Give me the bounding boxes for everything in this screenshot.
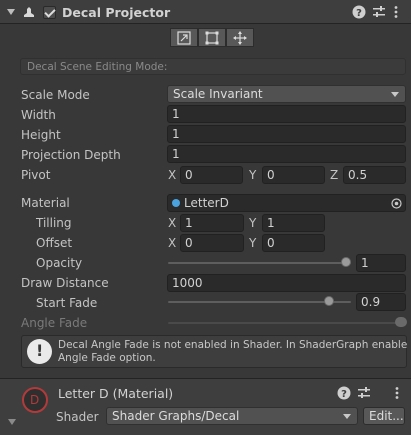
- angle-fade-range-handle[interactable]: [395, 317, 407, 327]
- draw-distance-label: Draw Distance: [21, 276, 109, 290]
- tilling-x-label[interactable]: X: [168, 216, 176, 231]
- scene-editing-mode-label: Decal Scene Editing Mode:: [27, 61, 168, 73]
- angle-fade-label: Angle Fade: [21, 316, 88, 330]
- edit-bounds-icon: [205, 31, 219, 45]
- object-picker-icon[interactable]: [391, 198, 402, 209]
- height-field[interactable]: 1: [167, 125, 406, 143]
- angle-fade-slider-track[interactable]: [168, 322, 396, 324]
- help-message-line-1: Decal Angle Fade is not enabled in Shade…: [58, 339, 408, 351]
- pivot-y-field[interactable]: 0: [262, 166, 325, 184]
- settings-sliders-icon[interactable]: [357, 386, 371, 400]
- draw-distance-field[interactable]: 1000: [167, 274, 406, 292]
- settings-sliders-icon[interactable]: [372, 5, 386, 19]
- shader-dropdown[interactable]: Shader Graphs/Decal: [106, 407, 358, 425]
- help-icon[interactable]: ?: [352, 5, 366, 19]
- projection-depth-label: Projection Depth: [21, 148, 121, 162]
- material-title: Letter D (Material): [58, 386, 174, 401]
- opacity-slider-track[interactable]: [168, 262, 351, 264]
- svg-text:?: ?: [341, 389, 347, 400]
- shader-value: Shader Graphs/Decal: [112, 409, 240, 423]
- tilling-y-label[interactable]: Y: [249, 216, 256, 231]
- chevron-down-icon: [343, 414, 351, 419]
- component-enabled-checkbox[interactable]: [43, 6, 56, 19]
- width-label: Width: [21, 108, 56, 122]
- move-icon: [233, 31, 247, 45]
- component-header[interactable]: Decal Projector ?: [0, 0, 411, 24]
- component-title: Decal Projector: [62, 5, 171, 20]
- offset-label: Offset: [36, 236, 73, 250]
- start-fade-field[interactable]: 0.9: [356, 293, 406, 311]
- projection-depth-field[interactable]: 1: [167, 145, 406, 163]
- material-label: Material: [21, 196, 70, 210]
- pivot-z-label[interactable]: Z: [330, 168, 338, 183]
- offset-x-field[interactable]: 0: [180, 234, 244, 252]
- scale-mode-dropdown[interactable]: Scale Invariant: [167, 85, 406, 103]
- start-fade-slider-handle[interactable]: [323, 296, 334, 306]
- more-menu-icon[interactable]: [394, 386, 400, 400]
- edit-bounds-button[interactable]: [198, 28, 226, 47]
- move-button[interactable]: [226, 28, 254, 47]
- pivot-x-field[interactable]: 0: [180, 166, 243, 184]
- help-message: Decal Angle Fade is not enabled in Shade…: [58, 339, 407, 365]
- scale-mode-value: Scale Invariant: [173, 87, 263, 101]
- opacity-slider-handle[interactable]: [341, 257, 351, 267]
- decal-projector-icon: [24, 7, 34, 17]
- material-value: LetterD: [184, 196, 229, 210]
- pivot-y-label[interactable]: Y: [249, 168, 256, 183]
- material-section: D Letter D (Material) ? Shader Shader Gr…: [0, 378, 411, 435]
- pivot-label: Pivot: [21, 168, 51, 182]
- info-icon: !: [27, 339, 52, 364]
- scale-mode-label: Scale Mode: [21, 88, 90, 102]
- more-menu-icon[interactable]: [393, 5, 399, 19]
- tilling-x-field[interactable]: 1: [180, 214, 244, 232]
- material-asset-icon: [172, 199, 180, 207]
- scene-editing-mode-bar: Decal Scene Editing Mode:: [20, 58, 406, 75]
- offset-y-field[interactable]: 0: [262, 234, 325, 252]
- opacity-label: Opacity: [36, 256, 83, 270]
- offset-x-label[interactable]: X: [168, 236, 176, 251]
- width-field[interactable]: 1: [167, 105, 406, 123]
- material-object-field[interactable]: LetterD: [167, 194, 406, 212]
- height-label: Height: [21, 128, 61, 142]
- tilling-y-field[interactable]: 1: [262, 214, 325, 232]
- tilling-label: Tilling: [36, 216, 72, 230]
- foldout-arrow-icon[interactable]: [8, 419, 16, 425]
- material-preview-icon: D: [22, 387, 48, 413]
- edit-pivot-icon: [177, 31, 191, 45]
- svg-text:?: ?: [356, 8, 362, 19]
- chevron-down-icon: [391, 92, 399, 97]
- start-fade-label: Start Fade: [36, 296, 98, 310]
- edit-shader-button[interactable]: Edit...: [363, 407, 405, 425]
- pivot-z-field[interactable]: 0.5: [343, 166, 406, 184]
- angle-fade-help-box: ! Decal Angle Fade is not enabled in Sha…: [21, 335, 407, 368]
- edit-pivot-button[interactable]: [170, 28, 198, 47]
- foldout-arrow-icon[interactable]: [7, 9, 15, 15]
- opacity-field[interactable]: 1: [356, 254, 406, 272]
- offset-y-label[interactable]: Y: [249, 236, 256, 251]
- help-message-line-2: Angle Fade option.: [58, 352, 156, 364]
- help-icon[interactable]: ?: [337, 386, 351, 400]
- shader-label: Shader: [56, 410, 99, 424]
- pivot-x-label[interactable]: X: [168, 168, 176, 183]
